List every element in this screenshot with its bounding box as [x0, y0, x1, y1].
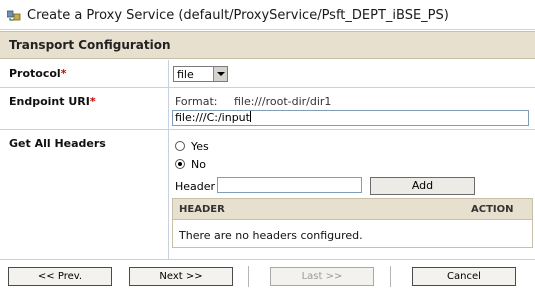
column-header-action: ACTION — [471, 204, 514, 215]
required-marker: * — [60, 67, 67, 80]
protocol-label: Protocol* — [9, 67, 67, 80]
headers-label: Get All Headers — [9, 137, 106, 150]
divider — [390, 266, 391, 287]
last-button: Last >> — [270, 267, 374, 286]
section-header: Transport Configuration — [0, 31, 535, 59]
proxy-service-icon — [7, 10, 21, 21]
endpoint-label: Endpoint URI* — [9, 95, 96, 108]
protocol-select[interactable]: file — [173, 66, 228, 82]
header-input[interactable] — [217, 177, 362, 193]
protocol-select-value: file — [177, 68, 194, 81]
add-header-button[interactable]: Add — [370, 177, 475, 195]
protocol-label-cell: Protocol* — [0, 60, 169, 87]
header-field-label: Header — [175, 180, 216, 193]
next-button[interactable]: Next >> — [129, 267, 233, 286]
yes-radio-label[interactable]: Yes — [191, 140, 209, 153]
no-radio[interactable] — [175, 159, 185, 169]
format-value: file:///root-dir/dir1 — [234, 95, 332, 108]
yes-radio[interactable] — [175, 141, 185, 151]
empty-headers-text: There are no headers configured. — [179, 229, 363, 242]
divider — [248, 266, 249, 287]
title-bar: Create a Proxy Service (default/ProxySer… — [0, 0, 535, 30]
format-label: Format: — [175, 95, 218, 108]
column-header-header: HEADER — [179, 204, 225, 215]
text-cursor — [249, 111, 251, 122]
no-radio-label[interactable]: No — [191, 158, 206, 171]
wizard-footer: << Prev. Next >> Last >> Cancel — [0, 259, 535, 292]
headers-table-empty: There are no headers configured. — [172, 220, 533, 248]
prev-button[interactable]: << Prev. — [8, 267, 112, 286]
headers-label-cell: Get All Headers — [0, 130, 169, 259]
endpoint-row: Endpoint URI* Format: file:///root-dir/d… — [0, 88, 535, 130]
headers-table-header: HEADER ACTION — [172, 198, 533, 220]
page-title: Create a Proxy Service (default/ProxySer… — [27, 8, 449, 23]
required-marker: * — [89, 95, 96, 108]
endpoint-label-cell: Endpoint URI* — [0, 88, 169, 129]
cancel-button[interactable]: Cancel — [412, 267, 516, 286]
section-title: Transport Configuration — [9, 38, 171, 52]
chevron-down-icon[interactable] — [213, 67, 227, 81]
protocol-row: Protocol* file — [0, 60, 535, 88]
endpoint-uri-input[interactable]: file:///C:/input — [172, 110, 529, 126]
